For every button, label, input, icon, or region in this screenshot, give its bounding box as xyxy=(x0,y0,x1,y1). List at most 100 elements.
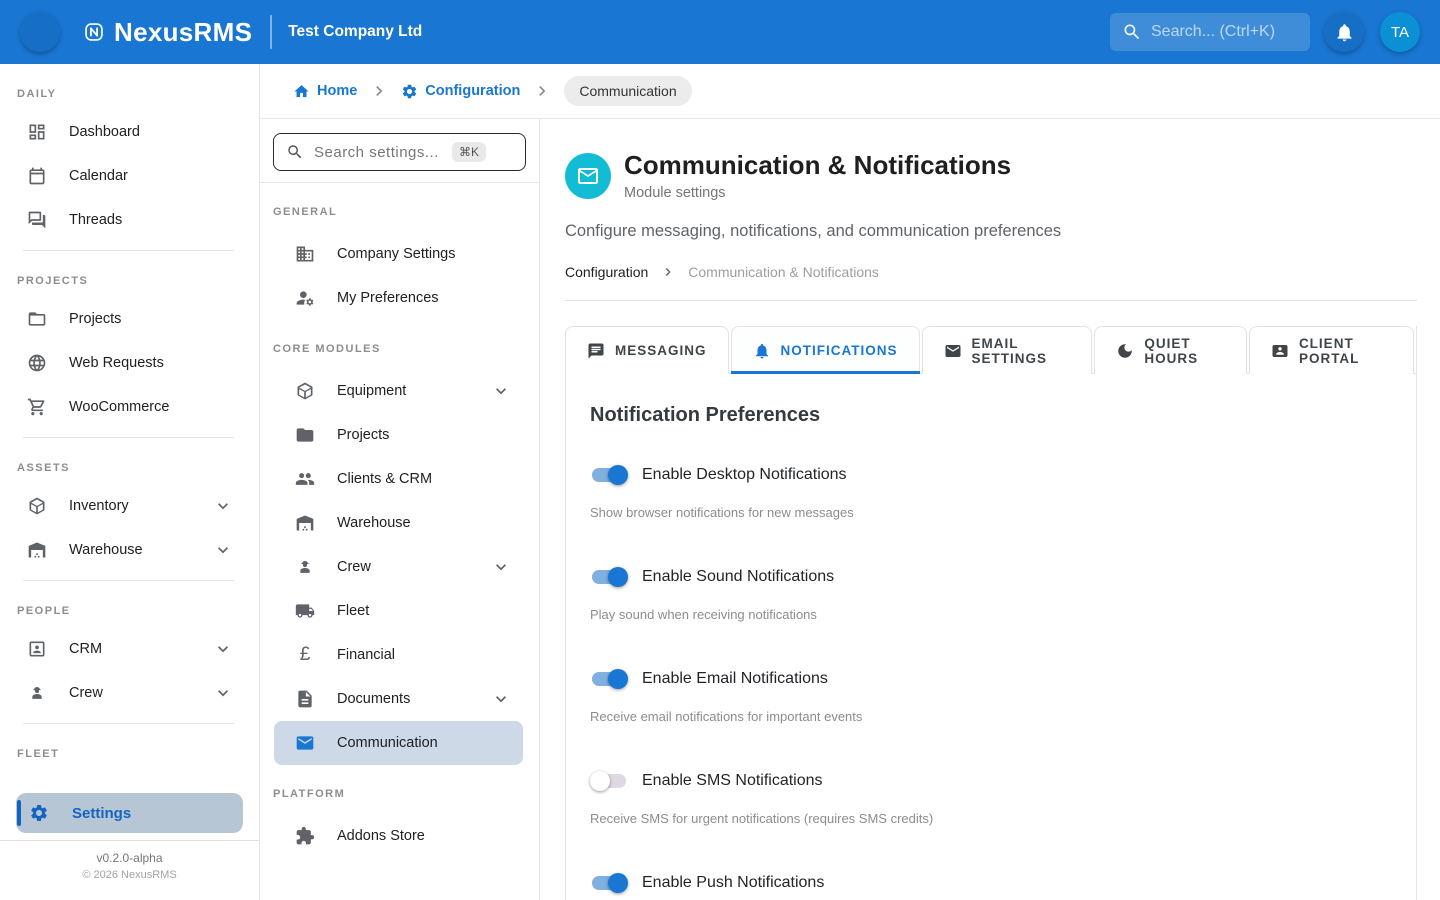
toggle-row-enable-sound-notifications: Enable Sound Notifications Play sound wh… xyxy=(590,563,1392,623)
sidebar-item-crm[interactable]: CRM xyxy=(0,627,259,671)
toggle-label: Enable Sound Notifications xyxy=(642,568,834,586)
page-description: Configure messaging, notifications, and … xyxy=(565,222,1417,241)
toggle-label: Enable Desktop Notifications xyxy=(642,466,847,484)
toggle-switch-enable-email-notifications[interactable] xyxy=(590,669,628,689)
tab-messaging[interactable]: MESSAGING xyxy=(565,326,729,374)
sub-breadcrumb-parent[interactable]: Configuration xyxy=(565,264,648,280)
group-icon xyxy=(295,469,315,489)
toggle-switch-enable-sms-notifications[interactable] xyxy=(590,771,628,791)
settings-nav-item-projects[interactable]: Projects xyxy=(274,413,523,457)
gear-icon xyxy=(401,83,418,100)
settings-nav-item-label: Addons Store xyxy=(337,828,425,844)
toggle-row-enable-sms-notifications: Enable SMS Notifications Receive SMS for… xyxy=(590,767,1392,827)
settings-nav-divider xyxy=(260,182,539,183)
section-label: GENERAL xyxy=(273,206,526,218)
tab-email-settings[interactable]: EMAIL SETTINGS xyxy=(922,326,1093,374)
settings-nav-item-financial[interactable]: £ Financial xyxy=(274,633,523,677)
section-label: PROJECTS xyxy=(17,275,242,287)
sidebar-item-inventory[interactable]: Inventory xyxy=(0,484,259,528)
sidebar-item-label: Projects xyxy=(69,311,121,327)
tab-quiet-hours[interactable]: QUIET HOURS xyxy=(1094,326,1247,374)
settings-search-input[interactable] xyxy=(314,144,442,161)
gear-icon xyxy=(29,803,49,823)
sidebar-section-people: PEOPLE CRM Crew xyxy=(0,580,259,715)
toggle-description: Receive email notifications for importan… xyxy=(590,709,1392,725)
avatar[interactable]: TA xyxy=(1380,12,1420,52)
tab-notifications[interactable]: NOTIFICATIONS xyxy=(731,326,920,374)
settings-nav-item-label: Documents xyxy=(337,691,410,707)
tab-client-portal[interactable]: CLIENT PORTAL xyxy=(1249,326,1414,374)
sidebar-item-label: Calendar xyxy=(69,168,128,184)
folder-icon xyxy=(295,425,315,445)
settings-nav-item-equipment[interactable]: Equipment xyxy=(274,369,523,413)
settings-nav-item-warehouse[interactable]: Warehouse xyxy=(274,501,523,545)
settings-nav-item-my-preferences[interactable]: My Preferences xyxy=(274,276,523,320)
toggle-label: Enable Email Notifications xyxy=(642,670,828,688)
chevron-down-icon xyxy=(491,689,511,709)
toggle-switch-enable-sound-notifications[interactable] xyxy=(590,567,628,587)
settings-nav-item-label: Projects xyxy=(337,427,389,443)
toggle-description: Play sound when receiving notifications xyxy=(590,607,1392,623)
sidebar-item-crew[interactable]: Crew xyxy=(0,671,259,715)
sidebar-item-label: Dashboard xyxy=(69,124,140,140)
settings-nav-section-platform: PLATFORM Addons Store xyxy=(260,788,539,858)
sidebar-item-label: Threads xyxy=(69,212,122,228)
chevron-right-icon xyxy=(660,264,676,280)
settings-search[interactable]: ⌘K xyxy=(273,133,526,171)
breadcrumb-link-home[interactable]: Home xyxy=(293,83,357,100)
contact-card-icon xyxy=(27,639,47,659)
sidebar-item-dashboard[interactable]: Dashboard xyxy=(0,110,259,154)
sidebar-item-calendar[interactable]: Calendar xyxy=(0,154,259,198)
switch-thumb xyxy=(608,465,628,485)
sidebar-item-label: Crew xyxy=(69,685,103,701)
toggle-list: Enable Desktop Notifications Show browse… xyxy=(590,461,1392,897)
bell-icon xyxy=(753,342,771,360)
topbar-divider xyxy=(270,15,272,49)
brand[interactable]: NexusRMS xyxy=(84,17,252,48)
header-divider xyxy=(565,300,1417,301)
settings-nav-item-fleet[interactable]: Fleet xyxy=(274,589,523,633)
sidebar-item-warehouse[interactable]: Warehouse xyxy=(0,528,259,572)
toggle-switch-enable-desktop-notifications[interactable] xyxy=(590,465,628,485)
threads-icon xyxy=(27,210,47,230)
settings-nav-item-label: Financial xyxy=(337,647,395,663)
sidebar-nav: DAILY Dashboard Calendar Threads PROJECT… xyxy=(0,88,259,760)
menu-button[interactable] xyxy=(20,12,60,52)
copyright-text: © 2026 NexusRMS xyxy=(0,869,259,881)
settings-nav-item-label: My Preferences xyxy=(337,290,439,306)
settings-nav-item-addons-store[interactable]: Addons Store xyxy=(274,814,523,858)
global-search[interactable] xyxy=(1110,13,1310,51)
brand-name: NexusRMS xyxy=(114,17,252,48)
calendar-icon xyxy=(27,166,47,186)
sidebar-item-web-requests[interactable]: Web Requests xyxy=(0,341,259,385)
toggle-switch-enable-push-notifications[interactable] xyxy=(590,873,628,893)
sidebar-item-label: Web Requests xyxy=(69,355,164,371)
settings-nav-item-clients-crm[interactable]: Clients & CRM xyxy=(274,457,523,501)
sidebar-item-projects[interactable]: Projects xyxy=(0,297,259,341)
breadcrumb-current: Communication xyxy=(564,76,691,106)
tab-label: NOTIFICATIONS xyxy=(781,343,898,358)
global-search-input[interactable] xyxy=(1151,23,1298,41)
settings-nav-item-communication[interactable]: Communication xyxy=(274,721,523,765)
settings-nav-item-company-settings[interactable]: Company Settings xyxy=(274,232,523,276)
moon-icon xyxy=(1116,342,1134,360)
settings-nav-item-documents[interactable]: Documents xyxy=(274,677,523,721)
switch-thumb xyxy=(608,669,628,689)
settings-nav-item-crew[interactable]: Crew xyxy=(274,545,523,589)
notifications-button[interactable] xyxy=(1324,12,1364,52)
breadcrumb-link-configuration[interactable]: Configuration xyxy=(401,83,520,100)
panel-heading: Notification Preferences xyxy=(590,404,1392,427)
truck-icon xyxy=(295,601,315,621)
sidebar-item-label: Warehouse xyxy=(69,542,143,558)
box-icon xyxy=(295,381,315,401)
switch-thumb xyxy=(608,567,628,587)
sidebar-item-threads[interactable]: Threads xyxy=(0,198,259,242)
keyboard-shortcut-badge: ⌘K xyxy=(452,142,486,162)
sidebar-item-settings[interactable]: Settings xyxy=(16,793,243,833)
bell-icon xyxy=(1334,22,1355,43)
sidebar-item-woocommerce[interactable]: WooCommerce xyxy=(0,385,259,429)
toggle-row-enable-email-notifications: Enable Email Notifications Receive email… xyxy=(590,665,1392,725)
document-icon xyxy=(295,689,315,709)
settings-nav-item-label: Crew xyxy=(337,559,371,575)
pound-icon: £ xyxy=(295,645,315,665)
